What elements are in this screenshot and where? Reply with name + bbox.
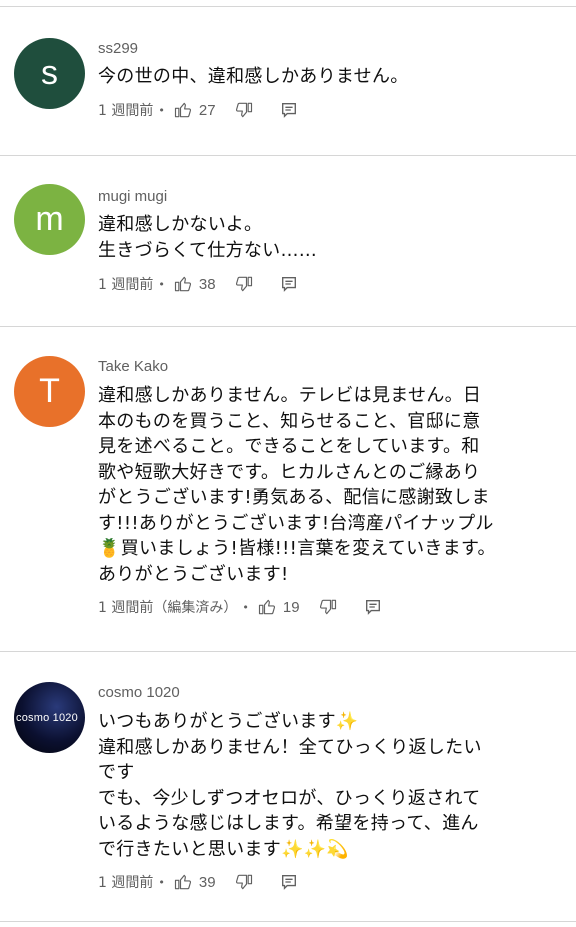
reply-icon[interactable] (280, 873, 298, 891)
avatar[interactable]: m (14, 184, 85, 255)
author-name[interactable]: mugi mugi (98, 188, 167, 205)
thumbs-down-icon[interactable] (234, 100, 254, 120)
thumbs-down-icon[interactable] (234, 274, 254, 294)
thumbs-up-icon[interactable] (173, 274, 193, 294)
meta-separator: • (158, 277, 165, 291)
reply-icon[interactable] (364, 598, 382, 616)
like-count: 38 (198, 275, 216, 293)
like-count: 39 (198, 873, 216, 891)
comment-time[interactable]: 1 週間前 (98, 274, 153, 294)
divider (0, 651, 576, 652)
avatar-letter: T (39, 372, 60, 410)
avatar-letter: cosmo 1020 (16, 711, 78, 724)
like-count: 27 (198, 101, 216, 119)
avatar[interactable]: cosmo 1020 (14, 682, 85, 753)
comment-actions: 1 週間前 • 38 (98, 274, 298, 294)
comment-text: 違和感しかないよ。 生きづらくて仕方ない…… (98, 214, 318, 261)
divider-top (0, 6, 576, 7)
avatar[interactable]: T (14, 356, 85, 427)
comment-actions: 1 週間前 • 39 (98, 872, 298, 892)
meta-separator: • (158, 875, 165, 889)
comment-text: 今の世の中、違和感しかありません。 (98, 66, 409, 87)
meta-separator: • (158, 103, 165, 117)
avatar-letter: s (41, 54, 58, 92)
divider (0, 155, 576, 156)
comment-time[interactable]: 1 週間前（編集済み） (98, 597, 237, 617)
thumbs-up-icon[interactable] (257, 597, 277, 617)
thumbs-down-icon[interactable] (318, 597, 338, 617)
comment-actions: 1 週間前 • 27 (98, 100, 298, 120)
like-count: 19 (282, 598, 300, 616)
avatar[interactable]: s (14, 38, 85, 109)
divider (0, 921, 576, 922)
author-name[interactable]: cosmo 1020 (98, 684, 180, 701)
thumbs-up-icon[interactable] (173, 872, 193, 892)
meta-separator: • (242, 600, 249, 614)
comment-time[interactable]: 1 週間前 (98, 872, 153, 892)
author-name[interactable]: Take Kako (98, 358, 168, 375)
reply-icon[interactable] (280, 101, 298, 119)
reply-icon[interactable] (280, 275, 298, 293)
avatar-letter: m (35, 200, 64, 238)
thumbs-up-icon[interactable] (173, 100, 193, 120)
thumbs-down-icon[interactable] (234, 872, 254, 892)
author-name[interactable]: ss299 (98, 40, 138, 57)
divider (0, 326, 576, 327)
comment-time[interactable]: 1 週間前 (98, 100, 153, 120)
comment-actions: 1 週間前（編集済み） • 19 (98, 597, 382, 617)
comment-text: いつもありがとうございます✨ 違和感しかありません！全てひっくり返したい です … (98, 711, 482, 860)
comment-text: 違和感しかありません。テレビは見ません。日 本のものを買うこと、知らせること、官… (98, 385, 496, 585)
